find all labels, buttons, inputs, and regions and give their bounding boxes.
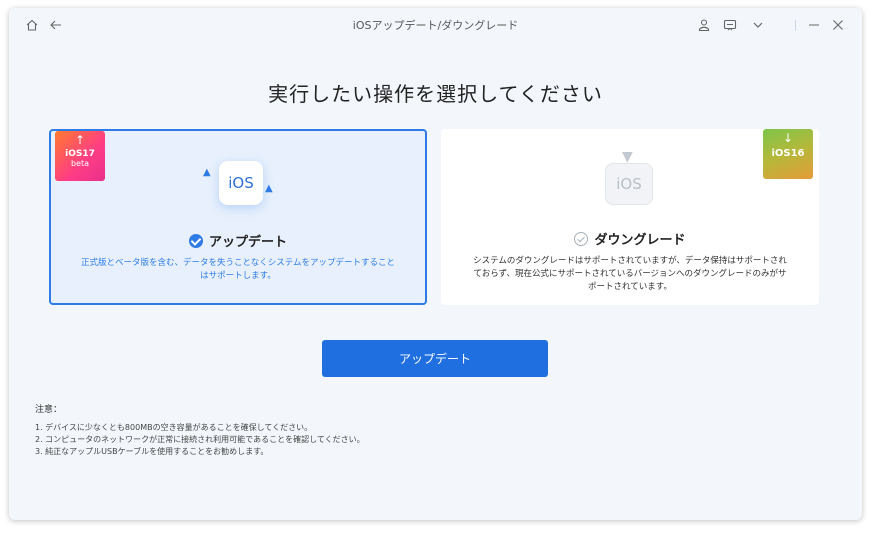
ios-downgrade-icon: iOS <box>605 163 653 205</box>
badge-sublabel: beta <box>70 159 90 168</box>
titlebar: iOSアップデート/ダウングレード <box>9 8 862 42</box>
download-arrow-icon: ↓ <box>782 131 794 145</box>
page-heading: 実行したい操作を選択してください <box>268 82 603 106</box>
user-icon[interactable] <box>695 16 713 34</box>
unchecked-circle-icon <box>574 232 589 246</box>
update-option-title: アップデート <box>51 231 425 250</box>
update-option-description: 正式版とベータ版を含む、データを失うことなくシステムをアップデートすることはサポ… <box>81 258 395 281</box>
note-item: 2. コンピュータのネットワークが正常に接続され利用可能であることを確認してくだ… <box>35 435 365 444</box>
ios16-badge: ↓ iOS16 <box>763 129 813 179</box>
up-arrow-icon: ▲ <box>265 183 273 194</box>
downgrade-option-title: ダウングレード <box>441 229 819 248</box>
ios17-beta-badge: ↑ iOS17 beta <box>55 131 105 181</box>
option-title-text: アップデート <box>208 235 287 250</box>
option-title-text: ダウングレード <box>594 233 686 248</box>
ios-update-icon: iOS <box>219 161 263 205</box>
notes-section: 注意： 1. デバイスに少なくとも800MBの空き容量があることを確保してくださ… <box>35 404 365 458</box>
ios-tile-label: iOS <box>616 175 642 193</box>
downgrade-option-card[interactable]: ↓ iOS16 ▼ iOS ダウングレード システムのダウングレードはサポートさ… <box>441 129 819 305</box>
badge-label: iOS16 <box>771 148 805 159</box>
close-icon[interactable] <box>829 16 847 34</box>
minimize-icon[interactable] <box>805 16 823 34</box>
up-arrow-icon: ▲ <box>203 167 211 178</box>
downgrade-option-description: システムのダウングレードはサポートされていますが、データ保持はサポートされておら… <box>473 256 787 292</box>
upload-arrow-icon: ↑ <box>74 133 86 147</box>
app-window: iOSアップデート/ダウングレード 実行したい操作を選択してください ↑ iOS… <box>9 8 862 520</box>
update-button[interactable]: アップデート <box>322 340 548 377</box>
badge-label: iOS17 <box>65 149 95 159</box>
titlebar-divider <box>795 20 796 31</box>
checked-circle-icon <box>188 234 203 248</box>
feedback-icon[interactable] <box>721 16 739 34</box>
note-item: 3. 純正なアップルUSBケーブルを使用することをお勧めします。 <box>35 447 269 456</box>
chevron-down-icon[interactable] <box>749 16 767 34</box>
ios-tile-label: iOS <box>228 174 254 192</box>
note-item: 1. デバイスに少なくとも800MBの空き容量があることを確保してください。 <box>35 423 313 432</box>
update-option-card[interactable]: ↑ iOS17 beta ▲ iOS ▲ アップデート 正式版とベータ版を含む、… <box>49 129 427 305</box>
notes-title: 注意： <box>35 405 63 415</box>
